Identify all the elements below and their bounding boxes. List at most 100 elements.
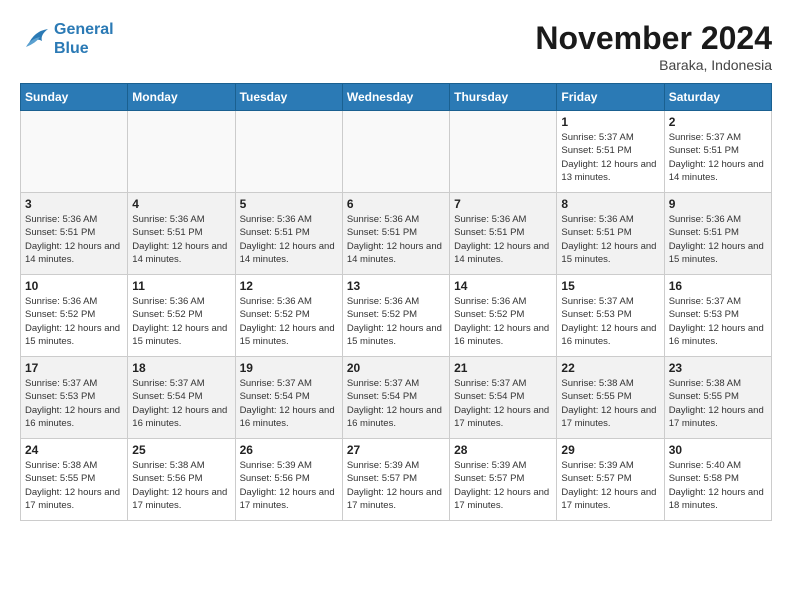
weekday-header: Friday	[557, 84, 664, 111]
day-number: 25	[132, 443, 230, 457]
day-number: 9	[669, 197, 767, 211]
day-number: 27	[347, 443, 445, 457]
day-info: Sunrise: 5:36 AMSunset: 5:52 PMDaylight:…	[25, 295, 123, 348]
logo: General Blue	[20, 20, 114, 58]
calendar-cell: 29 Sunrise: 5:39 AMSunset: 5:57 PMDayligh…	[557, 439, 664, 521]
day-number: 8	[561, 197, 659, 211]
day-number: 21	[454, 361, 552, 375]
calendar-cell: 13 Sunrise: 5:36 AMSunset: 5:52 PMDayligh…	[342, 275, 449, 357]
day-number: 5	[240, 197, 338, 211]
weekday-header: Wednesday	[342, 84, 449, 111]
day-info: Sunrise: 5:36 AMSunset: 5:52 PMDaylight:…	[132, 295, 230, 348]
location: Baraka, Indonesia	[535, 57, 772, 73]
day-info: Sunrise: 5:36 AMSunset: 5:51 PMDaylight:…	[25, 213, 123, 266]
calendar-cell: 1 Sunrise: 5:37 AMSunset: 5:51 PMDaylight…	[557, 111, 664, 193]
day-info: Sunrise: 5:36 AMSunset: 5:52 PMDaylight:…	[454, 295, 552, 348]
calendar-cell	[342, 111, 449, 193]
day-info: Sunrise: 5:36 AMSunset: 5:51 PMDaylight:…	[132, 213, 230, 266]
day-number: 16	[669, 279, 767, 293]
weekday-header: Thursday	[450, 84, 557, 111]
day-number: 4	[132, 197, 230, 211]
day-number: 24	[25, 443, 123, 457]
page-header: General Blue November 2024 Baraka, Indon…	[20, 20, 772, 73]
day-info: Sunrise: 5:38 AMSunset: 5:56 PMDaylight:…	[132, 459, 230, 512]
day-info: Sunrise: 5:37 AMSunset: 5:51 PMDaylight:…	[669, 131, 767, 184]
calendar-cell: 24 Sunrise: 5:38 AMSunset: 5:55 PMDayligh…	[21, 439, 128, 521]
calendar-cell: 17Sunrise: 5:37 AMSunset: 5:53 PMDayligh…	[21, 357, 128, 439]
day-number: 10	[25, 279, 123, 293]
weekday-header: Monday	[128, 84, 235, 111]
day-number: 13	[347, 279, 445, 293]
calendar-table: SundayMondayTuesdayWednesdayThursdayFrid…	[20, 83, 772, 521]
day-number: 2	[669, 115, 767, 129]
day-info: Sunrise: 5:38 AMSunset: 5:55 PMDaylight:…	[561, 377, 659, 430]
day-info: Sunrise: 5:37 AMSunset: 5:54 PMDaylight:…	[454, 377, 552, 430]
calendar-cell: 20 Sunrise: 5:37 AMSunset: 5:54 PMDayligh…	[342, 357, 449, 439]
calendar-cell: 21 Sunrise: 5:37 AMSunset: 5:54 PMDayligh…	[450, 357, 557, 439]
day-info: Sunrise: 5:37 AMSunset: 5:54 PMDaylight:…	[132, 377, 230, 430]
day-number: 3	[25, 197, 123, 211]
calendar-cell: 16 Sunrise: 5:37 AMSunset: 5:53 PMDayligh…	[664, 275, 771, 357]
day-info: Sunrise: 5:36 AMSunset: 5:51 PMDaylight:…	[347, 213, 445, 266]
day-info: Sunrise: 5:37 AMSunset: 5:54 PMDaylight:…	[347, 377, 445, 430]
day-info: Sunrise: 5:36 AMSunset: 5:52 PMDaylight:…	[240, 295, 338, 348]
day-info: Sunrise: 5:37 AMSunset: 5:53 PMDaylight:…	[25, 377, 123, 430]
calendar-cell: 4 Sunrise: 5:36 AMSunset: 5:51 PMDaylight…	[128, 193, 235, 275]
calendar-cell: 11 Sunrise: 5:36 AMSunset: 5:52 PMDayligh…	[128, 275, 235, 357]
day-number: 18	[132, 361, 230, 375]
day-number: 12	[240, 279, 338, 293]
calendar-cell: 7 Sunrise: 5:36 AMSunset: 5:51 PMDaylight…	[450, 193, 557, 275]
calendar-cell: 22 Sunrise: 5:38 AMSunset: 5:55 PMDayligh…	[557, 357, 664, 439]
calendar-week-row: 3 Sunrise: 5:36 AMSunset: 5:51 PMDaylight…	[21, 193, 772, 275]
day-number: 29	[561, 443, 659, 457]
day-number: 22	[561, 361, 659, 375]
calendar-week-row: 17Sunrise: 5:37 AMSunset: 5:53 PMDayligh…	[21, 357, 772, 439]
weekday-header: Tuesday	[235, 84, 342, 111]
day-info: Sunrise: 5:39 AMSunset: 5:57 PMDaylight:…	[561, 459, 659, 512]
day-number: 6	[347, 197, 445, 211]
day-info: Sunrise: 5:37 AMSunset: 5:51 PMDaylight:…	[561, 131, 659, 184]
day-number: 11	[132, 279, 230, 293]
calendar-cell: 14 Sunrise: 5:36 AMSunset: 5:52 PMDayligh…	[450, 275, 557, 357]
calendar-cell	[450, 111, 557, 193]
day-info: Sunrise: 5:37 AMSunset: 5:54 PMDaylight:…	[240, 377, 338, 430]
calendar-cell	[128, 111, 235, 193]
day-info: Sunrise: 5:37 AMSunset: 5:53 PMDaylight:…	[669, 295, 767, 348]
calendar-cell: 3 Sunrise: 5:36 AMSunset: 5:51 PMDaylight…	[21, 193, 128, 275]
calendar-cell: 27 Sunrise: 5:39 AMSunset: 5:57 PMDayligh…	[342, 439, 449, 521]
day-info: Sunrise: 5:39 AMSunset: 5:57 PMDaylight:…	[454, 459, 552, 512]
day-info: Sunrise: 5:36 AMSunset: 5:51 PMDaylight:…	[454, 213, 552, 266]
day-info: Sunrise: 5:38 AMSunset: 5:55 PMDaylight:…	[669, 377, 767, 430]
day-number: 28	[454, 443, 552, 457]
day-number: 26	[240, 443, 338, 457]
calendar-cell: 26Sunrise: 5:39 AMSunset: 5:56 PMDayligh…	[235, 439, 342, 521]
day-number: 7	[454, 197, 552, 211]
calendar-week-row: 24 Sunrise: 5:38 AMSunset: 5:55 PMDayligh…	[21, 439, 772, 521]
day-info: Sunrise: 5:36 AMSunset: 5:51 PMDaylight:…	[240, 213, 338, 266]
calendar-cell: 10 Sunrise: 5:36 AMSunset: 5:52 PMDayligh…	[21, 275, 128, 357]
weekday-header: Saturday	[664, 84, 771, 111]
day-number: 1	[561, 115, 659, 129]
month-title: November 2024	[535, 20, 772, 57]
day-number: 30	[669, 443, 767, 457]
day-info: Sunrise: 5:36 AMSunset: 5:51 PMDaylight:…	[561, 213, 659, 266]
day-info: Sunrise: 5:36 AMSunset: 5:52 PMDaylight:…	[347, 295, 445, 348]
calendar-week-row: 1 Sunrise: 5:37 AMSunset: 5:51 PMDaylight…	[21, 111, 772, 193]
day-info: Sunrise: 5:37 AMSunset: 5:53 PMDaylight:…	[561, 295, 659, 348]
calendar-cell	[235, 111, 342, 193]
calendar-cell: 2 Sunrise: 5:37 AMSunset: 5:51 PMDaylight…	[664, 111, 771, 193]
day-info: Sunrise: 5:39 AMSunset: 5:57 PMDaylight:…	[347, 459, 445, 512]
calendar-cell: 9 Sunrise: 5:36 AMSunset: 5:51 PMDaylight…	[664, 193, 771, 275]
calendar-cell: 15Sunrise: 5:37 AMSunset: 5:53 PMDayligh…	[557, 275, 664, 357]
calendar-cell: 12 Sunrise: 5:36 AMSunset: 5:52 PMDayligh…	[235, 275, 342, 357]
day-number: 14	[454, 279, 552, 293]
calendar-cell: 6 Sunrise: 5:36 AMSunset: 5:51 PMDaylight…	[342, 193, 449, 275]
day-info: Sunrise: 5:36 AMSunset: 5:51 PMDaylight:…	[669, 213, 767, 266]
day-number: 23	[669, 361, 767, 375]
calendar-cell: 30Sunrise: 5:40 AMSunset: 5:58 PMDayligh…	[664, 439, 771, 521]
day-number: 20	[347, 361, 445, 375]
calendar-week-row: 10 Sunrise: 5:36 AMSunset: 5:52 PMDayligh…	[21, 275, 772, 357]
day-info: Sunrise: 5:38 AMSunset: 5:55 PMDaylight:…	[25, 459, 123, 512]
calendar-header-row: SundayMondayTuesdayWednesdayThursdayFrid…	[21, 84, 772, 111]
logo-text: General Blue	[54, 20, 114, 58]
